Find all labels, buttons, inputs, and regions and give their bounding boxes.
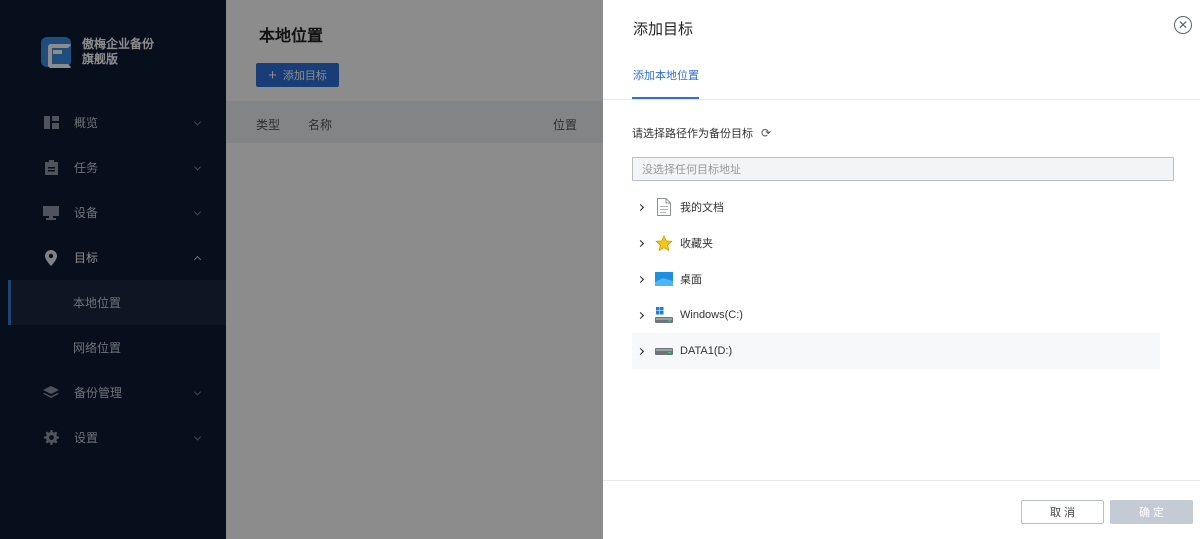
tab-add-local-location[interactable]: 添加本地位置 <box>633 67 699 83</box>
tree-item-favorites[interactable]: 收藏夹 <box>632 225 1160 261</box>
document-icon <box>655 198 673 216</box>
confirm-button[interactable]: 确 定 <box>1110 500 1193 524</box>
tree-item-my-documents[interactable]: 我的文档 <box>632 189 1160 225</box>
folder-tree: 我的文档 收藏夹 桌面 Windows(C:) DATA1(D:) <box>632 189 1160 369</box>
close-icon[interactable]: ✕ <box>1174 16 1192 34</box>
add-target-drawer: 添加目标 ✕ 添加本地位置 请选择路径作为备份目标 ⟳ 没选择任何目标地址 我的… <box>603 0 1200 539</box>
expand-caret-icon[interactable] <box>636 275 645 283</box>
desktop-icon <box>655 270 673 288</box>
tab-divider <box>603 99 1200 100</box>
footer-divider <box>603 480 1200 481</box>
path-label: 请选择路径作为备份目标 ⟳ <box>632 125 771 141</box>
drawer-title: 添加目标 <box>633 21 694 38</box>
tree-item-windows-c[interactable]: Windows(C:) <box>632 297 1160 333</box>
tree-item-label: Windows(C:) <box>680 309 743 321</box>
path-label-text: 请选择路径作为备份目标 <box>632 128 753 140</box>
tree-item-desktop[interactable]: 桌面 <box>632 261 1160 297</box>
cancel-button[interactable]: 取 消 <box>1021 500 1104 524</box>
tree-item-data1-d[interactable]: DATA1(D:) <box>632 333 1160 369</box>
refresh-icon[interactable]: ⟳ <box>761 126 771 140</box>
tree-item-label: 桌面 <box>680 274 702 286</box>
star-icon <box>655 234 673 252</box>
modal-overlay[interactable] <box>0 0 603 539</box>
expand-caret-icon[interactable] <box>636 203 645 211</box>
tree-item-label: DATA1(D:) <box>680 345 733 357</box>
expand-caret-icon[interactable] <box>636 347 645 355</box>
expand-caret-icon[interactable] <box>636 239 645 247</box>
tree-item-label: 收藏夹 <box>680 238 713 250</box>
drive-icon <box>655 342 673 360</box>
target-path-field[interactable]: 没选择任何目标地址 <box>632 157 1174 181</box>
tree-item-label: 我的文档 <box>680 202 724 214</box>
expand-caret-icon[interactable] <box>636 311 645 319</box>
windows-drive-icon <box>655 306 673 324</box>
